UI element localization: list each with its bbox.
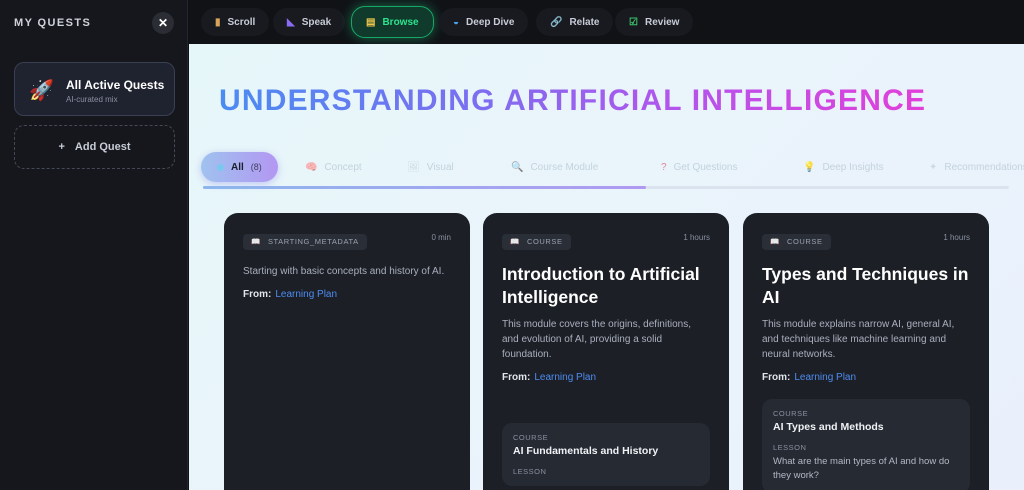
filter-chips: All (8) 🧠 Concept 🖼 Visual 🔍 Course Modu… — [201, 152, 1024, 186]
quest-title: All Active Quests — [66, 78, 165, 92]
browse-icon: ▤ — [366, 16, 376, 28]
filter-course-module[interactable]: 🔍 Course Module — [511, 152, 598, 182]
filter-recommendations[interactable]: ✦ Recommendations — [929, 152, 1024, 182]
filter-label: Deep Insights — [822, 161, 884, 173]
insight-icon: 💡 — [803, 161, 816, 173]
card-type-badge: 📖 COURSE — [502, 233, 571, 250]
tab-browse[interactable]: ▤ Browse — [351, 6, 434, 38]
learning-plan-link[interactable]: Learning Plan — [794, 372, 856, 383]
sidebar-title: MY QUESTS — [14, 17, 92, 29]
tab-label: Deep Dive — [466, 16, 515, 28]
magnifier-icon: 🔍 — [511, 161, 524, 173]
tab-deep-dive[interactable]: ◒ Deep Dive — [439, 8, 529, 36]
deep-dive-icon: ◒ — [453, 16, 460, 28]
content-card[interactable]: 📖 COURSE 1 hours Types and Techniques in… — [743, 213, 989, 490]
close-sidebar-button[interactable]: ✕ — [152, 12, 174, 34]
plus-icon: + — [58, 141, 65, 153]
card-description: Starting with basic concepts and history… — [243, 265, 445, 277]
card-type-badge: 📖 COURSE — [762, 233, 831, 250]
card-type-label: COURSE — [526, 237, 563, 246]
source-label: From: — [243, 288, 272, 300]
filter-label: Recommendations — [944, 161, 1024, 173]
filter-label: Concept — [324, 161, 362, 173]
card-source: From: Learning Plan — [243, 289, 451, 300]
filter-visual[interactable]: 🖼 Visual — [407, 152, 454, 182]
learning-plan-link[interactable]: Learning Plan — [534, 372, 596, 383]
learning-plan-link[interactable]: Learning Plan — [275, 289, 337, 300]
link-icon: 🔗 — [550, 16, 563, 28]
scrollbar-thumb[interactable] — [203, 186, 647, 189]
card-source: From: Learning Plan — [502, 372, 710, 383]
lesson-question: What are the main types of AI and how do… — [773, 456, 950, 481]
card-duration: 0 min — [431, 233, 451, 242]
course-key: COURSE — [513, 433, 549, 442]
filter-label: Visual — [426, 161, 454, 173]
card-description: This module covers the origins, definiti… — [502, 318, 691, 360]
card-description: This module explains narrow AI, general … — [762, 318, 955, 360]
filter-label: Course Module — [530, 161, 599, 173]
filter-get-questions[interactable]: ? Get Questions — [661, 152, 737, 182]
speak-icon: ◣ — [287, 16, 295, 28]
card-type-label: COURSE — [786, 237, 823, 246]
lesson-key: LESSON — [773, 443, 807, 452]
question-icon: ? — [661, 161, 667, 173]
course-title: AI Types and Methods — [773, 421, 884, 433]
main-content: UNDERSTANDING ARTIFICIAL INTELLIGENCE Al… — [189, 44, 1024, 490]
visual-icon: 🖼 — [407, 161, 420, 173]
tab-relate[interactable]: 🔗 Relate — [536, 8, 614, 36]
card-title: Types and Techniques in AI — [762, 263, 969, 307]
tab-label: Speak — [301, 16, 332, 28]
tab-scroll[interactable]: ▮ Scroll — [201, 8, 270, 36]
tab-label: Browse — [382, 16, 419, 28]
card-type-label: STARTING_METADATA — [267, 237, 359, 246]
course-detail-panel[interactable]: COURSE AI Types and Methods LESSON What … — [762, 399, 970, 490]
check-icon: ☑ — [629, 16, 638, 28]
tab-label: Scroll — [227, 16, 256, 28]
filter-scrollbar[interactable] — [203, 186, 1009, 189]
add-quest-label: Add Quest — [74, 141, 131, 153]
card-type-badge: 📖 STARTING_METADATA — [243, 233, 367, 250]
course-detail-panel[interactable]: COURSE AI Fundamentals and History LESSO… — [502, 423, 710, 486]
sidebar: MY QUESTS ✕ 🚀 All Active Quests AI-curat… — [0, 0, 188, 490]
filter-label: Get Questions — [673, 161, 738, 173]
book-icon: 📖 — [770, 237, 780, 246]
card-duration: 1 hours — [683, 233, 710, 242]
filter-all[interactable]: All (8) — [201, 152, 278, 182]
card-title: Introduction to Artificial Intelligence — [502, 263, 700, 307]
rocket-icon: 🚀 — [29, 80, 54, 102]
filter-concept[interactable]: 🧠 Concept — [305, 152, 362, 182]
source-label: From: — [762, 371, 791, 383]
content-card[interactable]: 📖 STARTING_METADATA 0 min Starting with … — [224, 213, 470, 490]
quest-subtitle: AI-curated mix — [66, 95, 118, 104]
content-card[interactable]: 📖 COURSE 1 hours Introduction to Artific… — [483, 213, 729, 490]
card-source: From: Learning Plan — [762, 372, 970, 383]
course-title: AI Fundamentals and History — [513, 445, 659, 457]
tab-speak[interactable]: ◣ Speak — [273, 8, 346, 36]
active-quests-card[interactable]: 🚀 All Active Quests AI-curated mix — [14, 62, 175, 116]
source-label: From: — [502, 371, 531, 383]
tab-label: Review — [644, 16, 680, 28]
filter-label: All — [231, 161, 244, 173]
card-duration: 1 hours — [943, 233, 970, 242]
book-icon: 📖 — [510, 237, 520, 246]
filter-deep-insights[interactable]: 💡 Deep Insights — [803, 152, 884, 182]
star-icon: ✦ — [929, 161, 938, 173]
dot-icon — [217, 163, 224, 171]
filter-count: (8) — [250, 162, 262, 172]
book-icon: 📖 — [251, 237, 261, 246]
page-title: UNDERSTANDING ARTIFICIAL INTELLIGENCE — [219, 84, 927, 117]
add-quest-button[interactable]: + Add Quest — [14, 125, 175, 169]
tab-label: Relate — [569, 16, 600, 28]
mode-tabs-bar: ▮ Scroll ◣ Speak ▤ Browse ◒ Deep Dive 🔗 … — [189, 0, 1024, 44]
lesson-key: LESSON — [513, 467, 547, 476]
course-key: COURSE — [773, 409, 809, 418]
scroll-icon: ▮ — [215, 16, 221, 28]
brain-icon: 🧠 — [305, 161, 318, 173]
tab-review[interactable]: ☑ Review — [615, 8, 694, 36]
